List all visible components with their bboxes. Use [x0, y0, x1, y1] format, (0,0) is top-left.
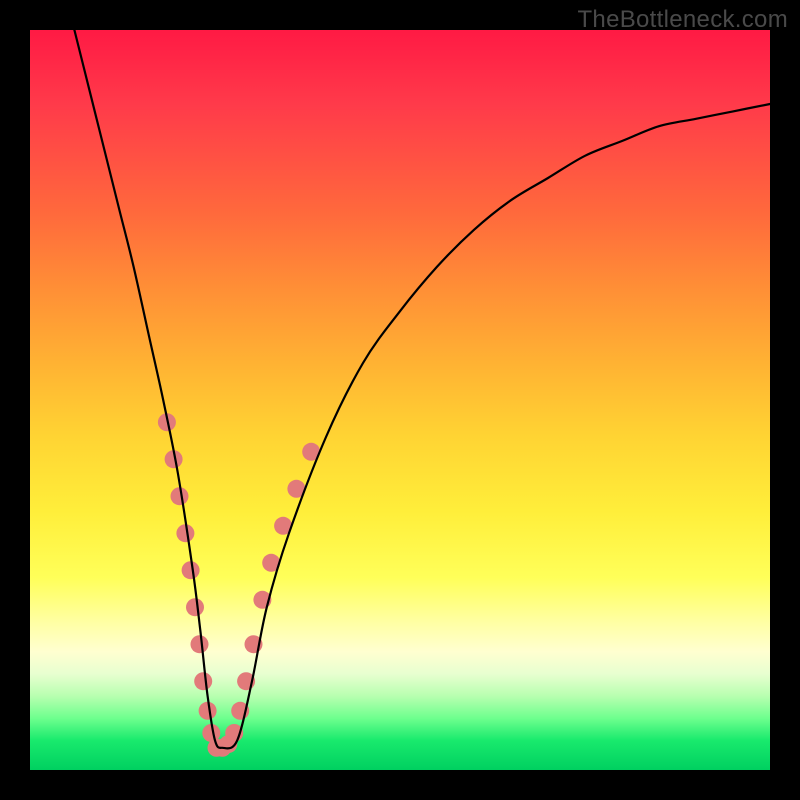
highlight-dot	[171, 487, 189, 505]
highlight-dot	[199, 702, 217, 720]
highlight-dot	[194, 672, 212, 690]
highlight-dot	[182, 561, 200, 579]
highlight-dots-group	[158, 413, 320, 757]
highlight-dot	[191, 635, 209, 653]
main-curve	[74, 30, 770, 748]
chart-svg	[30, 30, 770, 770]
plot-area	[30, 30, 770, 770]
highlight-dot	[186, 598, 204, 616]
watermark-text: TheBottleneck.com	[577, 6, 788, 34]
chart-frame: TheBottleneck.com	[0, 0, 800, 800]
